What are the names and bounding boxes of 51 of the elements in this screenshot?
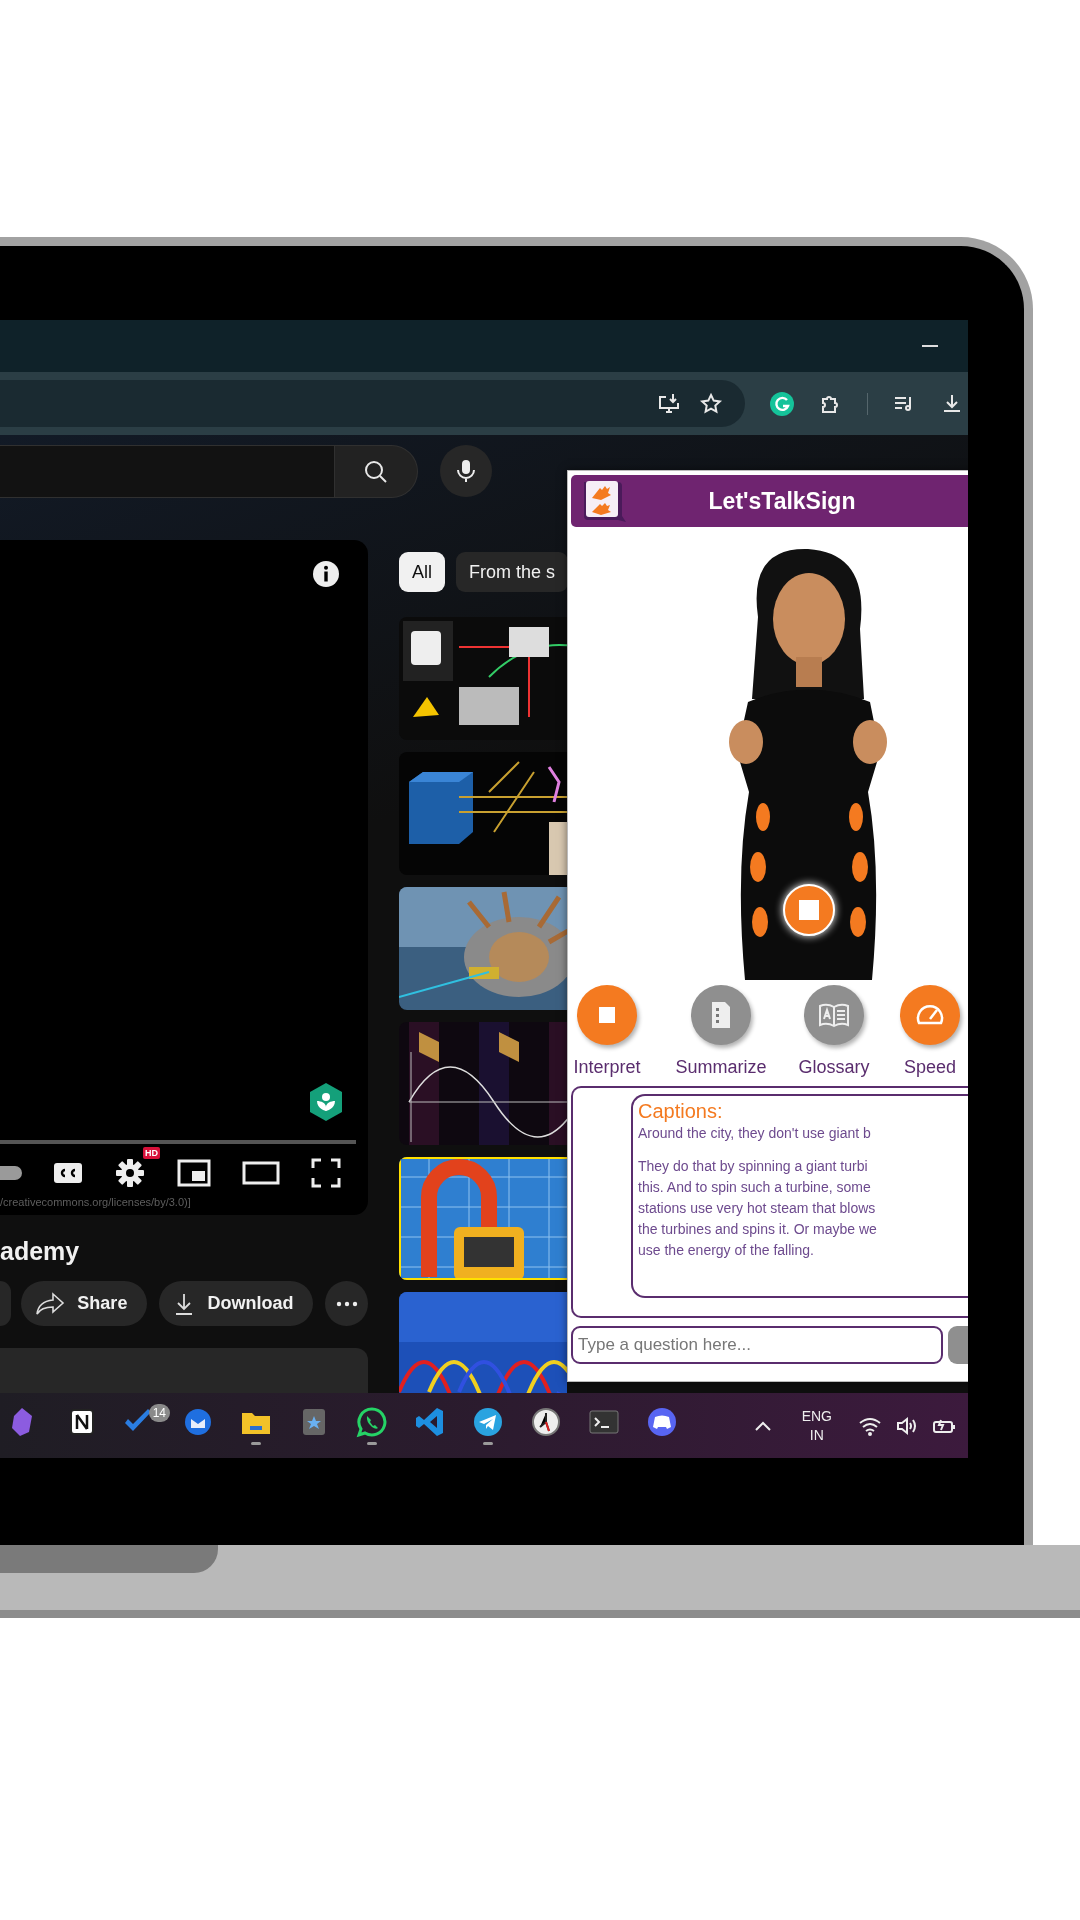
- control-label: Speed: [903, 1057, 957, 1078]
- document-button[interactable]: [691, 985, 751, 1045]
- autoplay-toggle[interactable]: [0, 1166, 22, 1180]
- filter-chip[interactable]: All: [399, 552, 445, 592]
- captions-heading: Captions:: [638, 1100, 724, 1123]
- chat-icon: [356, 1406, 388, 1438]
- search-field[interactable]: [0, 445, 335, 498]
- info-icon[interactable]: [312, 560, 340, 588]
- panel-title: Let'sTalkSign: [707, 487, 857, 515]
- gear-icon: [114, 1157, 146, 1189]
- code-icon: [414, 1406, 446, 1438]
- gauge-button[interactable]: [900, 985, 960, 1045]
- caption-text: Around the city, they don't use giant b: [638, 1124, 872, 1143]
- install-icon[interactable]: [657, 391, 681, 416]
- download-button[interactable]: Download: [159, 1281, 314, 1326]
- filter-chip[interactable]: From the s: [456, 552, 569, 592]
- search-button[interactable]: [335, 445, 418, 498]
- control-label: Glossary: [798, 1057, 870, 1078]
- microphone-icon: [455, 458, 477, 484]
- clock-icon: [530, 1406, 562, 1438]
- share-button[interactable]: Share: [21, 1281, 148, 1326]
- share-icon: [35, 1291, 66, 1316]
- plane-icon: [472, 1406, 504, 1438]
- more-button[interactable]: [325, 1281, 368, 1326]
- volume-icon[interactable]: [896, 1415, 918, 1436]
- caption-text: They do that by spinning a giant turbi this. And to spin such a turbine, some stations use very hot steam that blows the turbines and spins it. Or maybe we use the energy of the falling.: [638, 1157, 878, 1260]
- video-player[interactable]: HD /creativecommons.org/licenses/by/3.0)]: [0, 540, 368, 1215]
- microphone-button[interactable]: [440, 445, 492, 497]
- license-text: /creativecommons.org/licenses/by/3.0)]: [0, 1196, 192, 1210]
- language-indicator[interactable]: ENG IN: [801, 1406, 832, 1445]
- quality-badge: HD: [143, 1147, 160, 1159]
- gamepad-icon: [646, 1406, 678, 1438]
- book-button[interactable]: [804, 985, 864, 1045]
- search-icon: [363, 458, 389, 485]
- mail-icon: [182, 1406, 214, 1438]
- chevron-up-icon[interactable]: [753, 1419, 772, 1432]
- wifi-icon[interactable]: [858, 1415, 882, 1436]
- theater-mode-icon[interactable]: [242, 1161, 280, 1185]
- miniplayer-icon[interactable]: [177, 1159, 211, 1187]
- hexagon-logo-icon: [308, 1082, 344, 1122]
- count-badge: 14: [148, 1403, 170, 1422]
- question-field[interactable]: Type a question here...: [571, 1326, 944, 1364]
- fullscreen-icon[interactable]: [311, 1158, 341, 1188]
- extension-icon[interactable]: [769, 390, 795, 417]
- settings-button[interactable]: HD: [114, 1147, 160, 1189]
- star-icon[interactable]: [699, 391, 723, 416]
- control-label: Summarize: [675, 1057, 767, 1078]
- captions-icon[interactable]: [53, 1161, 83, 1185]
- more-icon: [335, 1300, 358, 1307]
- video-title: ademy: [0, 1237, 81, 1267]
- control-label: Interpret: [573, 1057, 641, 1078]
